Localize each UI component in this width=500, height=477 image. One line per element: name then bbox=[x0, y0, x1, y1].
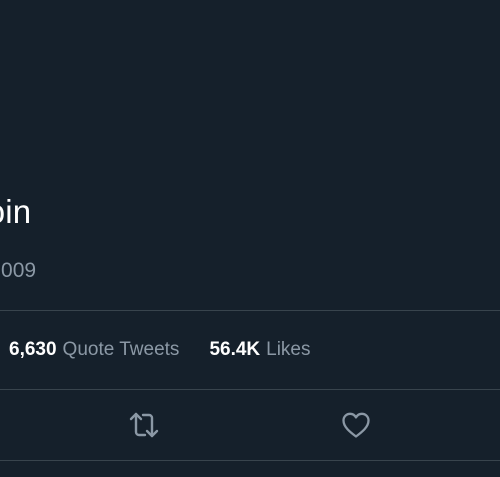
retweet-icon bbox=[127, 410, 161, 440]
likes-stat[interactable]: 56.4K Likes bbox=[209, 339, 310, 361]
quote-tweets-count: 6,630 bbox=[9, 339, 57, 360]
divider bbox=[0, 310, 500, 311]
likes-label: Likes bbox=[266, 339, 311, 360]
quote-tweets-label: Quote Tweets bbox=[62, 339, 180, 360]
divider bbox=[0, 389, 500, 390]
heart-icon bbox=[341, 411, 371, 439]
quote-tweets-stat[interactable]: 6,630 Quote Tweets bbox=[9, 339, 179, 361]
tweet-stats: 6,630 Quote Tweets 56.4K Likes bbox=[9, 336, 311, 364]
tweet-timestamp[interactable]: 0, 2009 bbox=[0, 258, 36, 284]
tweet-text: coin bbox=[0, 193, 32, 230]
tweet-detail: coin 0, 2009 6,630 Quote Tweets 56.4K Li… bbox=[0, 0, 500, 477]
likes-count: 56.4K bbox=[209, 339, 261, 360]
like-button[interactable] bbox=[336, 405, 376, 445]
divider bbox=[0, 460, 500, 461]
retweet-button[interactable] bbox=[124, 405, 164, 445]
